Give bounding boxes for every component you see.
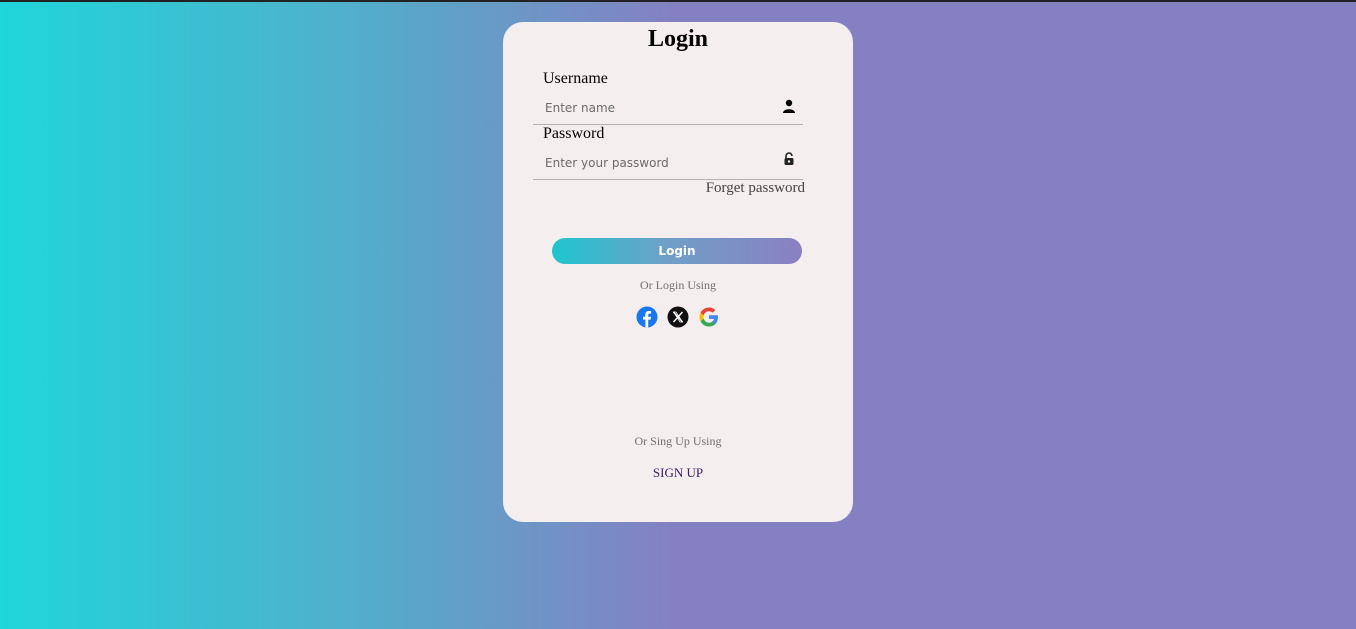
- page-title: Login: [647, 26, 709, 52]
- lock-icon: [781, 151, 797, 167]
- or-login-using-text: Or Login Using: [640, 278, 716, 292]
- username-field-wrapper: [533, 92, 803, 125]
- login-button[interactable]: Login: [552, 238, 802, 264]
- or-signup-using-text: Or Sing Up Using: [634, 434, 722, 448]
- forget-password-link[interactable]: Forget password: [706, 180, 805, 197]
- password-label: Password: [543, 125, 605, 142]
- username-label: Username: [543, 70, 608, 87]
- social-login-row: [503, 306, 853, 328]
- signup-link[interactable]: SIGN UP: [503, 465, 853, 481]
- login-card: Login Username Password Forget password …: [503, 22, 853, 522]
- google-icon[interactable]: [698, 306, 720, 328]
- x-icon[interactable]: [667, 306, 689, 328]
- user-icon: [781, 98, 797, 114]
- password-field-wrapper: [533, 147, 803, 180]
- password-input[interactable]: [543, 151, 777, 175]
- facebook-icon[interactable]: [636, 306, 658, 328]
- username-input[interactable]: [543, 96, 777, 120]
